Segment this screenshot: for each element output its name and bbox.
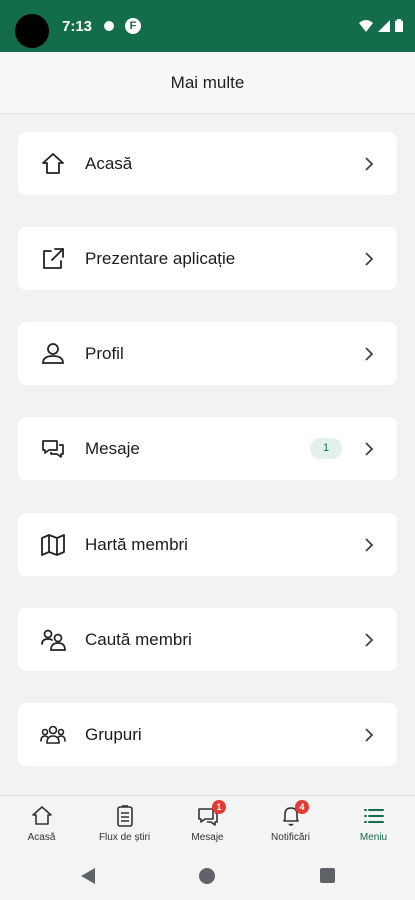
- back-icon[interactable]: [80, 867, 96, 885]
- menu-item-label: Caută membri: [85, 630, 192, 649]
- menu-item-app-presentation[interactable]: Prezentare aplicație: [18, 227, 397, 290]
- chevron-right-icon: [365, 633, 374, 647]
- menu-item-label: Grupuri: [85, 725, 142, 744]
- menu-item-label: Profil: [85, 344, 124, 363]
- menu-item-home[interactable]: Acasă: [18, 132, 397, 195]
- page-header: Mai multe: [0, 52, 415, 114]
- chevron-right-icon: [365, 157, 374, 171]
- notification-dot-icon: [104, 21, 114, 31]
- news-feed-icon: [117, 805, 133, 827]
- map-icon: [41, 534, 65, 556]
- chevron-right-icon: [365, 252, 374, 266]
- system-nav-bar: [0, 855, 415, 900]
- status-time: 7:13: [62, 18, 93, 35]
- home-icon: [32, 806, 52, 825]
- user-icon: [42, 343, 64, 364]
- tab-label: Notificări: [271, 832, 310, 843]
- tab-unread-badge: 4: [295, 800, 309, 814]
- menu-item-label: Acasă: [85, 154, 133, 173]
- tab-notifications[interactable]: 4 Notificări: [249, 796, 332, 856]
- chevron-right-icon: [365, 538, 374, 552]
- menu-item-groups[interactable]: Grupuri: [18, 703, 397, 766]
- status-icons: [359, 19, 403, 32]
- menu-item-label: Hartă membri: [85, 535, 188, 554]
- external-link-icon: [43, 248, 64, 269]
- menu-item-profile[interactable]: Profil: [18, 322, 397, 385]
- menu-item-label: Mesaje: [85, 439, 140, 458]
- recent-apps-button[interactable]: [320, 868, 335, 883]
- menu-item-members-map[interactable]: Hartă membri: [18, 513, 397, 576]
- chat-icon: [42, 440, 64, 458]
- unread-count-badge: 1: [310, 438, 342, 459]
- wifi-icon: [359, 19, 373, 32]
- home-icon: [42, 153, 64, 174]
- tab-news-feed[interactable]: Flux de știri: [83, 796, 166, 856]
- groups-icon: [40, 725, 66, 744]
- home-button[interactable]: [199, 868, 215, 884]
- chevron-right-icon: [365, 728, 374, 742]
- battery-icon: [395, 19, 403, 32]
- bottom-tab-bar: Acasă Flux de știri 1 Mesaje 4 Notificăr…: [0, 795, 415, 855]
- tab-messages[interactable]: 1 Mesaje: [166, 796, 249, 856]
- tab-label: Mesaje: [191, 832, 224, 843]
- tab-menu[interactable]: Meniu: [332, 796, 415, 856]
- status-bar: 7:13 F: [0, 0, 415, 52]
- menu-item-search-members[interactable]: Caută membri: [18, 608, 397, 671]
- menu-item-label: Prezentare aplicație: [85, 249, 236, 268]
- tab-label: Acasă: [27, 832, 56, 843]
- tab-label: Flux de știri: [98, 832, 151, 843]
- signal-icon: [378, 19, 390, 32]
- tab-unread-badge: 1: [212, 800, 226, 814]
- menu-item-messages[interactable]: Mesaje 1: [18, 417, 397, 480]
- tab-home[interactable]: Acasă: [0, 796, 83, 856]
- chevron-right-icon: [365, 442, 374, 456]
- tab-label: Meniu: [359, 832, 388, 843]
- users-search-icon: [41, 629, 66, 651]
- menu-icon: [364, 809, 384, 823]
- chevron-right-icon: [365, 347, 374, 361]
- page-title: Mai multe: [170, 72, 245, 92]
- camera-cutout: [15, 14, 49, 48]
- app-notification-icon: F: [125, 18, 141, 34]
